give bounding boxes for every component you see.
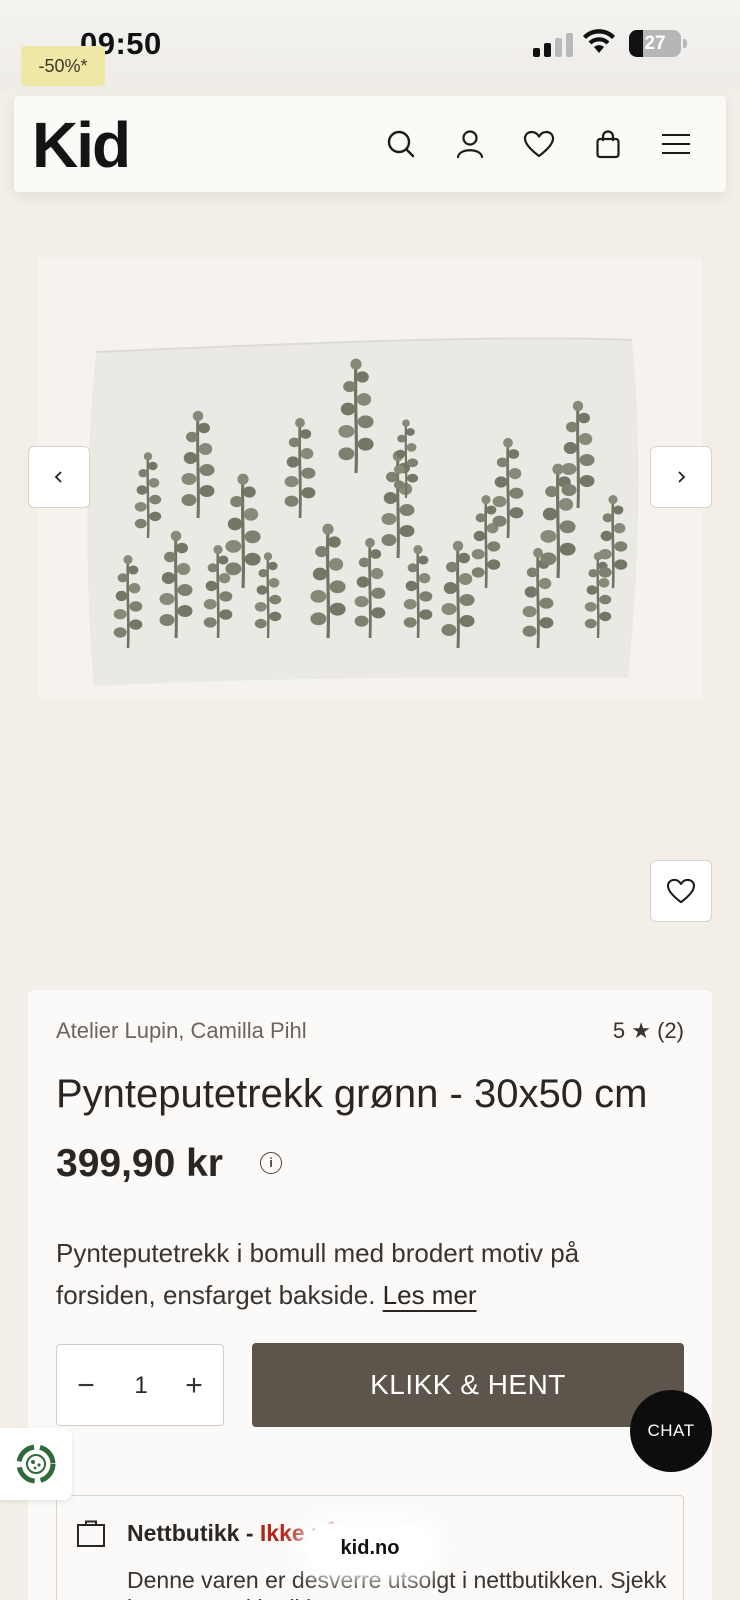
recycle-icon xyxy=(16,1444,56,1484)
decrease-quantity-button[interactable]: − xyxy=(67,1367,105,1405)
product-rating[interactable]: 5 ★ (2) xyxy=(613,1018,684,1044)
chevron-left-icon xyxy=(54,471,62,483)
bag-icon xyxy=(77,1520,105,1547)
user-icon[interactable] xyxy=(446,120,494,168)
previous-image-button[interactable] xyxy=(28,446,90,508)
product-description: Pynteputetrekk i bomull med brodert moti… xyxy=(56,1232,676,1316)
heart-icon xyxy=(666,878,696,904)
battery-level: 27 xyxy=(644,33,666,54)
quantity-stepper: − 1 + xyxy=(56,1344,224,1426)
product-title: Pynteputetrekk grønn - 30x50 cm xyxy=(56,1072,648,1116)
product-price: 399,90 kr xyxy=(56,1142,223,1185)
chat-button[interactable]: CHAT xyxy=(630,1390,712,1472)
battery-tip xyxy=(683,39,687,48)
kid-logo[interactable]: Kid xyxy=(32,108,131,182)
search-icon[interactable] xyxy=(377,120,425,168)
product-image[interactable] xyxy=(38,258,702,698)
shopping-bag-icon[interactable] xyxy=(584,120,632,168)
increase-quantity-button[interactable]: + xyxy=(175,1367,213,1405)
product-info-card: Atelier Lupin, Camilla Pihl 5 ★ (2) Pynt… xyxy=(28,990,712,1600)
status-bar: 09:50 27 xyxy=(0,0,740,90)
wifi-icon xyxy=(583,29,615,53)
battery-icon: 27 xyxy=(629,30,681,57)
stock-channel: Nettbutikk - xyxy=(127,1520,260,1546)
quantity-value[interactable]: 1 xyxy=(117,1367,165,1405)
menu-icon[interactable] xyxy=(652,120,700,168)
chevron-right-icon xyxy=(678,471,686,483)
click-and-collect-button[interactable]: KLIKK & HENT xyxy=(252,1343,684,1427)
product-gallery xyxy=(0,210,740,970)
sustainability-badge[interactable] xyxy=(0,1428,72,1500)
next-image-button[interactable] xyxy=(650,446,712,508)
price-info-icon[interactable]: i xyxy=(260,1152,282,1174)
description-text: Pynteputetrekk i bomull med brodert moti… xyxy=(56,1238,580,1310)
product-brand[interactable]: Atelier Lupin, Camilla Pihl xyxy=(56,1018,307,1044)
read-more-link[interactable]: Les mer xyxy=(383,1280,477,1310)
site-header: Kid xyxy=(14,96,726,192)
add-to-favorites-button[interactable] xyxy=(650,860,712,922)
cellular-signal-icon xyxy=(533,33,573,57)
promo-badge[interactable]: -50%* xyxy=(21,46,105,86)
browser-url-pill[interactable]: kid.no xyxy=(306,1524,434,1572)
heart-icon[interactable] xyxy=(515,120,563,168)
